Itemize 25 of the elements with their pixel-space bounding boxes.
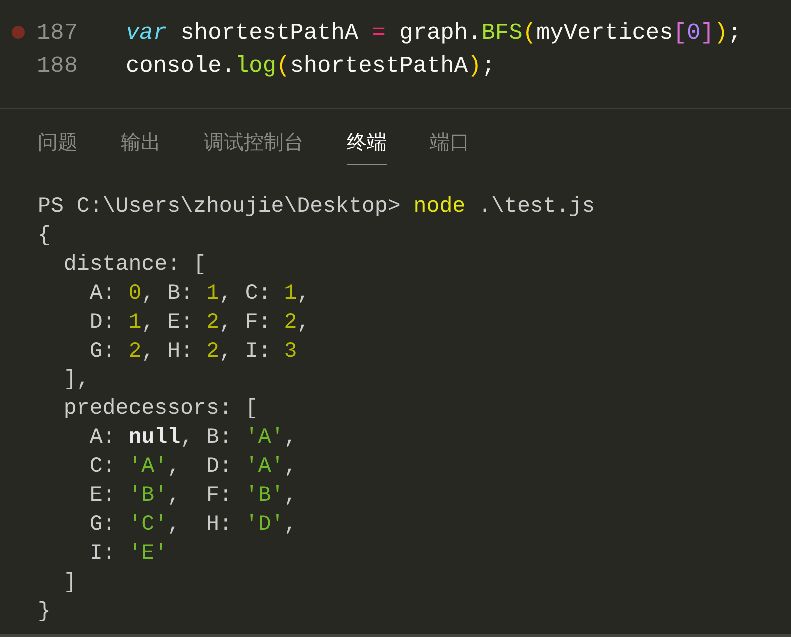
terminal-line: } bbox=[38, 598, 51, 626]
terminal-line: distance: [ bbox=[62, 252, 206, 279]
terminal-line: D: 1, E: 2, F: 2, bbox=[88, 310, 310, 337]
terminal-line: A: 0, B: 1, C: 1, bbox=[88, 280, 310, 308]
terminal-line: C: 'A', D: 'A', bbox=[88, 454, 298, 482]
breakpoint-icon[interactable] bbox=[12, 26, 24, 39]
code-line: console.log(shortestPathA); bbox=[126, 52, 496, 78]
terminal-line: { bbox=[38, 222, 51, 250]
terminal-line: PS C:\Users\zhoujie\Desktop> node .\test.js bbox=[38, 194, 596, 221]
terminal-line: A: null, B: 'A', bbox=[88, 425, 298, 452]
panel-tab[interactable]: 终端 bbox=[347, 130, 387, 165]
terminal-line: G: 2, H: 2, I: 3 bbox=[88, 338, 298, 366]
panel-tab[interactable]: 端口 bbox=[430, 130, 470, 165]
panel-tab[interactable]: 问题 bbox=[38, 130, 78, 165]
terminal-line: G: 'C', H: 'D', bbox=[88, 512, 298, 539]
panel-tab[interactable]: 调试控制台 bbox=[204, 130, 304, 165]
panel-tab[interactable]: 输出 bbox=[121, 130, 161, 165]
code-line: var shortestPathA = graph.BFS(myVertices[0]); bbox=[126, 20, 742, 46]
terminal-line: ] bbox=[62, 570, 77, 597]
line-number: 187 bbox=[36, 20, 78, 46]
terminal-line: predecessors: [ bbox=[62, 396, 258, 424]
terminal-line: I: 'E' bbox=[88, 540, 168, 568]
terminal-line: E: 'B', F: 'B', bbox=[88, 483, 298, 510]
line-number: 188 bbox=[36, 52, 78, 78]
terminal-line: ], bbox=[62, 367, 90, 394]
